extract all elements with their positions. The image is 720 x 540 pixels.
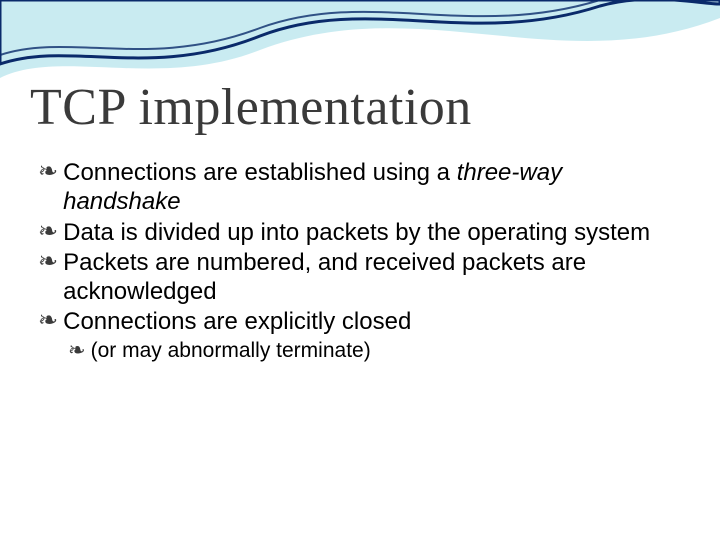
bullet-text-pre: Connections are explicitly closed bbox=[63, 308, 411, 335]
bullet-item: ❧ Packets are numbered, and received pac… bbox=[38, 248, 682, 307]
bullet-text: Packets are numbered, and received packe… bbox=[63, 248, 682, 307]
bullet-text: (or may abnormally terminate) bbox=[91, 338, 682, 364]
slide-body: ❧ Connections are established using a th… bbox=[38, 158, 682, 364]
sub-bullet-item: ❧ (or may abnormally terminate) bbox=[68, 338, 682, 364]
slide-title: TCP implementation bbox=[30, 78, 472, 137]
bullet-item: ❧ Connections are established using a th… bbox=[38, 158, 682, 217]
bullet-text-pre: Data is divided up into packets by the o… bbox=[63, 219, 650, 246]
bullet-glyph-icon: ❧ bbox=[38, 307, 58, 336]
bullet-glyph-icon: ❧ bbox=[38, 218, 58, 247]
bullet-glyph-icon: ❧ bbox=[68, 338, 86, 364]
bullet-text: Connections are explicitly closed bbox=[63, 307, 682, 336]
bullet-text: Connections are established using a thre… bbox=[63, 158, 682, 217]
bullet-item: ❧ Data is divided up into packets by the… bbox=[38, 218, 682, 247]
bullet-glyph-icon: ❧ bbox=[38, 248, 58, 277]
slide: TCP implementation ❧ Connections are est… bbox=[0, 0, 720, 540]
bullet-text-pre: (or may abnormally terminate) bbox=[91, 339, 371, 362]
bullet-text-pre: Packets are numbered, and received packe… bbox=[63, 249, 586, 305]
bullet-text-pre: Connections are established using a bbox=[63, 159, 457, 186]
bullet-text: Data is divided up into packets by the o… bbox=[63, 218, 682, 247]
bullet-glyph-icon: ❧ bbox=[38, 158, 58, 187]
bullet-item: ❧ Connections are explicitly closed bbox=[38, 307, 682, 336]
